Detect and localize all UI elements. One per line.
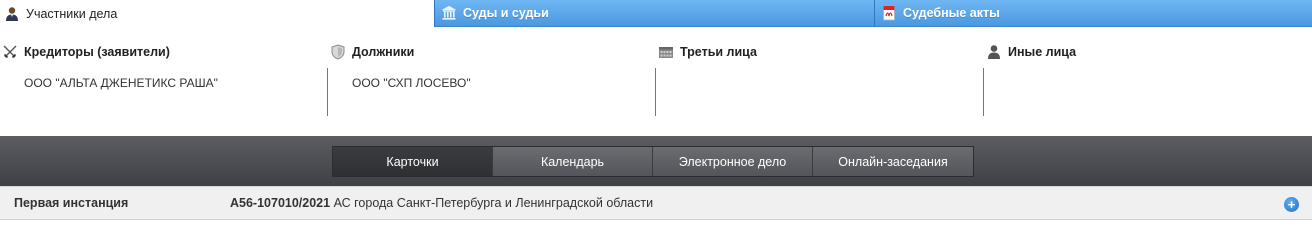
creditors-list: ООО "АЛЬТА ДЖЕНЕТИКС РАША" <box>0 68 328 116</box>
tab-courts-judges-label: Суды и судьи <box>463 6 549 20</box>
instance-label: Первая инстанция <box>14 196 129 210</box>
creditor-item[interactable]: ООО "АЛЬТА ДЖЕНЕТИКС РАША" <box>24 76 327 90</box>
shield-icon <box>330 44 346 60</box>
tab-courts-judges[interactable]: Суды и судьи <box>434 0 874 27</box>
nav-online-hearings-button[interactable]: Онлайн-заседания <box>813 147 973 176</box>
debtors-header: Должники <box>328 36 656 68</box>
other-parties-list <box>984 68 1312 116</box>
other-parties-title: Иные лица <box>1008 45 1077 59</box>
pdf-document-icon <box>881 5 897 21</box>
calendar-grid-icon <box>658 44 674 60</box>
instance-case: А56-107010/2021 АС города Санкт-Петербур… <box>230 196 653 210</box>
debtors-column: Должники ООО "СХП ЛОСЕВО" <box>328 36 656 120</box>
tab-participants[interactable]: Участники дела <box>0 0 434 27</box>
third-parties-list <box>656 68 984 116</box>
nav-calendar-button[interactable]: Календарь <box>493 147 653 176</box>
case-nav-buttons: Карточки Календарь Электронное дело Онла… <box>332 146 974 177</box>
nav-electronic-case-button[interactable]: Электронное дело <box>653 147 813 176</box>
third-parties-header: Третьи лица <box>656 36 984 68</box>
other-parties-column: Иные лица <box>984 36 1312 120</box>
debtors-title: Должники <box>352 45 415 59</box>
tab-court-acts[interactable]: Судебные акты <box>874 0 1312 27</box>
person-icon <box>4 6 20 22</box>
courthouse-icon <box>441 5 457 21</box>
person-icon <box>986 44 1002 60</box>
creditors-column: Кредиторы (заявители) ООО "АЛЬТА ДЖЕНЕТИ… <box>0 36 328 120</box>
case-nav-bar: Карточки Календарь Электронное дело Онла… <box>0 136 1312 186</box>
nav-cards-button[interactable]: Карточки <box>333 147 493 176</box>
participants-panel: Кредиторы (заявители) ООО "АЛЬТА ДЖЕНЕТИ… <box>0 36 1312 120</box>
court-name: АС города Санкт-Петербурга и Ленинградск… <box>333 196 654 210</box>
debtor-item[interactable]: ООО "СХП ЛОСЕВО" <box>352 76 655 90</box>
other-parties-header: Иные лица <box>984 36 1312 68</box>
third-parties-column: Третьи лица <box>656 36 984 120</box>
plus-circle-icon: + <box>1287 196 1296 212</box>
crossed-swords-icon <box>2 44 18 60</box>
debtors-list: ООО "СХП ЛОСЕВО" <box>328 68 656 116</box>
instance-row[interactable]: Первая инстанция А56-107010/2021 АС горо… <box>0 186 1312 220</box>
case-number[interactable]: А56-107010/2021 <box>230 196 330 210</box>
tab-court-acts-label: Судебные акты <box>903 6 1000 20</box>
expand-button[interactable]: + <box>1284 197 1299 212</box>
creditors-title: Кредиторы (заявители) <box>24 45 170 59</box>
third-parties-title: Третьи лица <box>680 45 757 59</box>
creditors-header: Кредиторы (заявители) <box>0 36 328 68</box>
tab-participants-label: Участники дела <box>26 6 118 21</box>
top-tabs: Участники дела Суды и судьи Судебные акт… <box>0 0 1312 27</box>
